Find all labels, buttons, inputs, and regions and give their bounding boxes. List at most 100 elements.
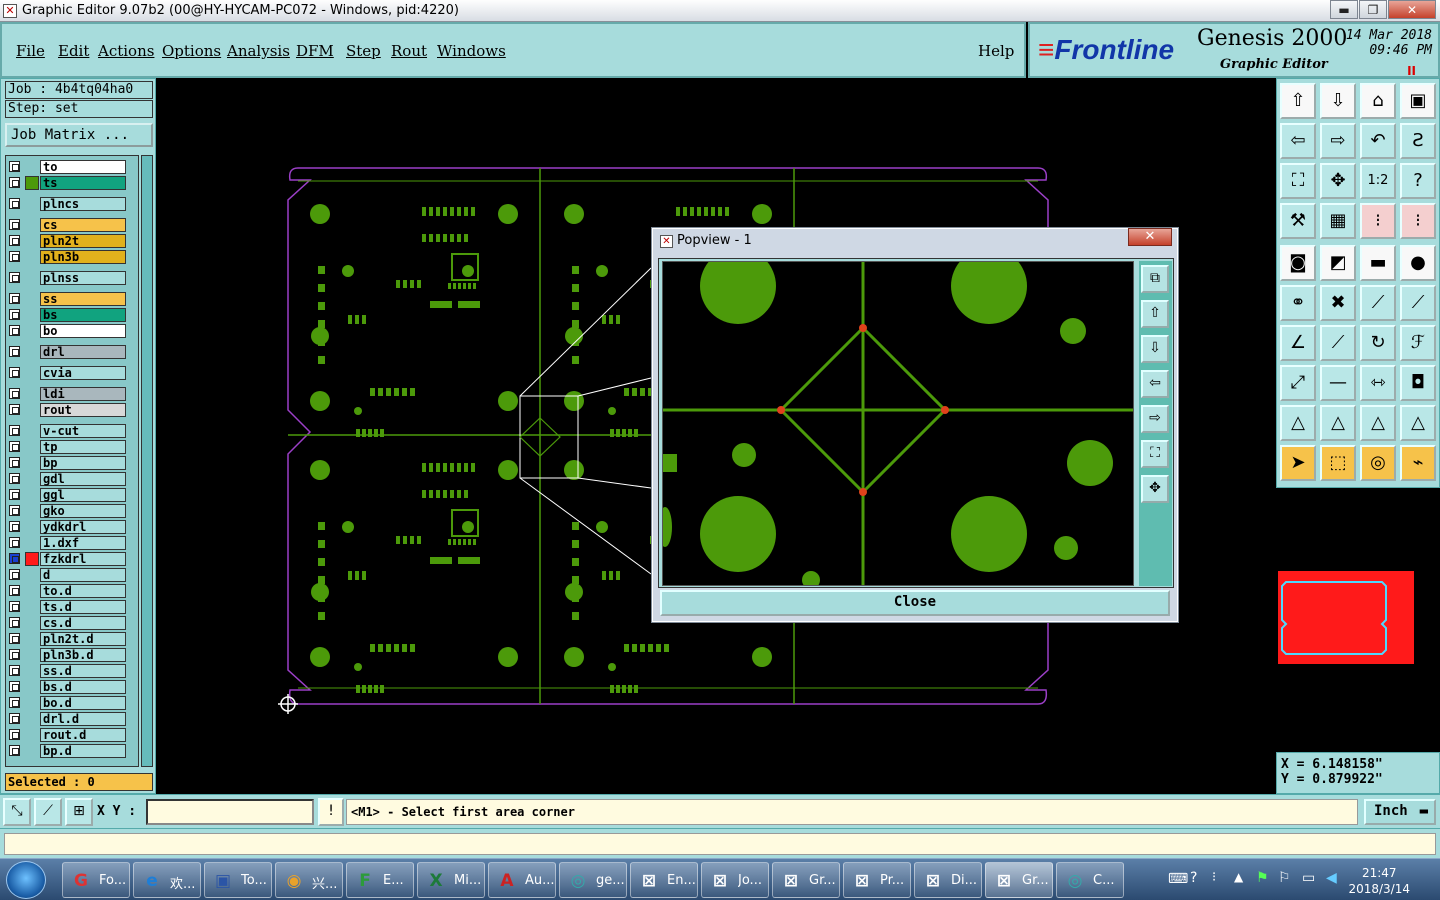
angle-icon[interactable]: ∠ xyxy=(1280,325,1316,361)
start-button[interactable] xyxy=(6,861,46,899)
layer-checkbox[interactable] xyxy=(9,665,20,676)
layer-row-rout[interactable]: rout xyxy=(6,403,138,418)
overview-map[interactable] xyxy=(1276,488,1440,750)
layer-checkbox[interactable] xyxy=(9,293,20,304)
layer-row-fzkdrl[interactable]: fzkdrl xyxy=(6,552,138,567)
layer-row-pln2t-d[interactable]: pln2t.d xyxy=(6,632,138,647)
layer-checkbox[interactable] xyxy=(9,309,20,320)
layer-row-ldi[interactable]: ldi xyxy=(6,387,138,402)
layer-checkbox[interactable] xyxy=(9,521,20,532)
taskbar-item[interactable]: e 欢... xyxy=(133,862,201,898)
pad-icon[interactable]: ◙ xyxy=(1280,245,1316,281)
select-icon[interactable]: ➤ xyxy=(1280,445,1316,481)
layer-checkbox[interactable] xyxy=(9,219,20,230)
tray-app-icon[interactable]: ⚑ xyxy=(1256,870,1269,886)
pan-left-icon[interactable]: ⇦ xyxy=(1280,123,1316,159)
popview-pan-left-icon[interactable]: ⇦ xyxy=(1141,370,1169,398)
triangle-2-icon[interactable]: △ xyxy=(1320,405,1356,441)
layer-checkbox[interactable] xyxy=(9,601,20,612)
home-icon[interactable]: ⌂ xyxy=(1360,83,1396,119)
text-icon[interactable]: ℱ xyxy=(1400,325,1436,361)
select-box-icon[interactable]: ⬚ xyxy=(1320,445,1356,481)
close-window-button[interactable]: ✕ xyxy=(1388,0,1436,19)
ruler-icon[interactable]: ⚒ xyxy=(1280,203,1316,239)
layer-checkbox[interactable] xyxy=(9,367,20,378)
mirror-icon[interactable]: Ƨ xyxy=(1400,123,1436,159)
dot-icon[interactable]: ● xyxy=(1400,245,1436,281)
layer-row-pln3b[interactable]: pln3b xyxy=(6,250,138,265)
help-icon[interactable]: ? xyxy=(1190,870,1197,886)
taskbar-item[interactable]: ◎ C... xyxy=(1056,862,1124,898)
cross-icon[interactable]: ✖ xyxy=(1320,285,1356,321)
select-path-icon[interactable]: ⌁ xyxy=(1400,445,1436,481)
layer-row-cs-d[interactable]: cs.d xyxy=(6,616,138,631)
layer-list-scrollbar[interactable] xyxy=(141,155,153,767)
taskbar-item[interactable]: ◉ 兴... xyxy=(275,862,343,898)
layer-checkbox[interactable] xyxy=(9,457,20,468)
settings-icon[interactable]: ⁝ xyxy=(1212,870,1216,885)
layer-row-to-d[interactable]: to.d xyxy=(6,584,138,599)
layer-checkbox[interactable] xyxy=(9,441,20,452)
layer-row-d[interactable]: d xyxy=(6,568,138,583)
arc-point-icon[interactable]: ⟋ xyxy=(1400,285,1436,321)
layer-checkbox[interactable] xyxy=(9,649,20,660)
layer-checkbox[interactable] xyxy=(9,161,20,172)
layer-checkbox[interactable] xyxy=(9,569,20,580)
layer-row-plnss[interactable]: plnss xyxy=(6,271,138,286)
layer-checkbox[interactable] xyxy=(9,388,20,399)
scale-1to2-icon[interactable]: 1:2 xyxy=(1360,163,1396,199)
rotate-icon[interactable]: ↻ xyxy=(1360,325,1396,361)
layer-row-bo[interactable]: bo xyxy=(6,324,138,339)
flag-icon[interactable]: ⚐ xyxy=(1278,870,1291,886)
zoom-fit-icon[interactable]: ⛶ xyxy=(1280,163,1316,199)
layer-checkbox[interactable] xyxy=(9,346,20,357)
layer-checkbox[interactable] xyxy=(9,177,20,188)
taskbar-item[interactable]: X Mi... xyxy=(417,862,485,898)
layer-row-ts[interactable]: ts xyxy=(6,176,138,191)
taskbar-item[interactable]: A Au... xyxy=(488,862,556,898)
select-circle-icon[interactable]: ◎ xyxy=(1360,445,1396,481)
speaker-icon[interactable]: ◀ xyxy=(1326,870,1337,886)
menu-actions[interactable]: Actions xyxy=(98,42,154,60)
taskbar-item[interactable]: G Fo... xyxy=(62,862,130,898)
shape-icon[interactable]: ◘ xyxy=(1400,365,1436,401)
popview-zoom-home-icon[interactable]: ⛶ xyxy=(1141,440,1169,468)
units-select[interactable]: Inch ▬ xyxy=(1364,799,1436,825)
line-icon[interactable]: — xyxy=(1320,365,1356,401)
save-down-icon[interactable]: ⇩ xyxy=(1320,83,1356,119)
window-icon[interactable]: ▣ xyxy=(1400,83,1436,119)
layer-row-v-cut[interactable]: v-cut xyxy=(6,424,138,439)
alert-icon[interactable]: ! xyxy=(318,798,344,826)
layer-checkbox[interactable] xyxy=(9,198,20,209)
layer-row-drl[interactable]: drl xyxy=(6,345,138,360)
layer-row-pln3b-d[interactable]: pln3b.d xyxy=(6,648,138,663)
layer-checkbox[interactable] xyxy=(9,729,20,740)
layer-checkbox[interactable] xyxy=(9,745,20,756)
zoom-area-icon[interactable]: ⤡ xyxy=(3,798,31,826)
layer-checkbox[interactable] xyxy=(9,633,20,644)
query-icon[interactable]: ? xyxy=(1400,163,1436,199)
taskbar-item[interactable]: ⊠ En... xyxy=(630,862,698,898)
layer-row-pln2t[interactable]: pln2t xyxy=(6,234,138,249)
menu-options[interactable]: Options xyxy=(162,42,221,60)
layer-row-bs-d[interactable]: bs.d xyxy=(6,680,138,695)
layer-checkbox[interactable] xyxy=(9,489,20,500)
layer-row-plncs[interactable]: plncs xyxy=(6,197,138,212)
layer-traffic-icon[interactable]: ⁝ xyxy=(1360,203,1396,239)
layer-row-gdl[interactable]: gdl xyxy=(6,472,138,487)
menu-analysis[interactable]: Analysis xyxy=(227,42,290,60)
taskbar-item[interactable]: ⊠ Di... xyxy=(914,862,982,898)
open-up-icon[interactable]: ⇧ xyxy=(1280,83,1316,119)
layer-checkbox[interactable] xyxy=(9,537,20,548)
popview-pan-up-icon[interactable]: ⇧ xyxy=(1141,300,1169,328)
snap-grid-icon[interactable]: ⊞ xyxy=(65,798,93,826)
layer-checkbox[interactable] xyxy=(9,713,20,724)
layer-row-bo-d[interactable]: bo.d xyxy=(6,696,138,711)
layer-row-ss[interactable]: ss xyxy=(6,292,138,307)
maximize-button[interactable]: ❐ xyxy=(1359,0,1387,19)
menu-windows[interactable]: Windows xyxy=(437,42,506,60)
measure-bar-icon[interactable]: ▬ xyxy=(1360,245,1396,281)
layer-row-tp[interactable]: tp xyxy=(6,440,138,455)
network-icon[interactable]: ▭ xyxy=(1302,870,1315,886)
clock[interactable]: 21:47 2018/3/14 xyxy=(1348,865,1410,897)
